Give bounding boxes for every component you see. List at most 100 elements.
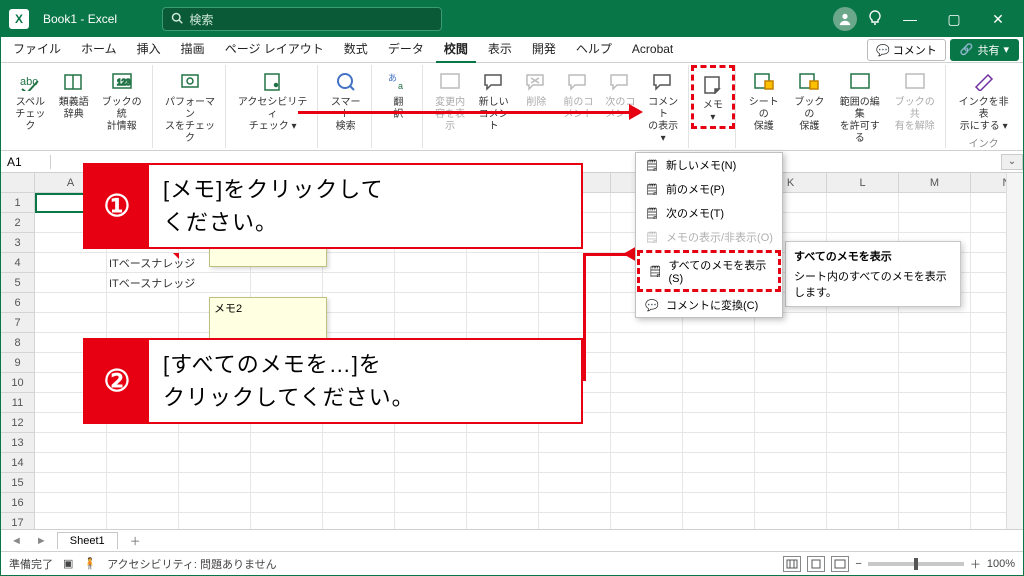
cell[interactable] <box>35 453 107 473</box>
lightbulb-icon[interactable] <box>867 9 883 30</box>
row-header[interactable]: 16 <box>1 493 35 513</box>
cell[interactable] <box>755 453 827 473</box>
cell[interactable] <box>395 513 467 529</box>
name-box[interactable]: A1 <box>1 155 51 169</box>
zoom-slider[interactable] <box>868 562 964 566</box>
tab-acrobat[interactable]: Acrobat <box>624 38 681 62</box>
cell[interactable] <box>35 313 107 333</box>
cell[interactable] <box>539 293 611 313</box>
cell[interactable] <box>251 493 323 513</box>
cell[interactable] <box>539 473 611 493</box>
record-macro-icon[interactable]: ▣ <box>63 557 73 570</box>
menu-next-note[interactable]: 🗒次のメモ(T) <box>636 201 782 225</box>
cell[interactable] <box>899 313 971 333</box>
cell[interactable] <box>827 433 899 453</box>
cell[interactable] <box>539 513 611 529</box>
cell[interactable] <box>827 333 899 353</box>
cell[interactable] <box>827 373 899 393</box>
comments-button[interactable]: 💬 コメント <box>867 39 946 61</box>
cell[interactable] <box>827 453 899 473</box>
cell[interactable] <box>827 193 899 213</box>
tab-data[interactable]: データ <box>380 36 432 63</box>
cell[interactable] <box>539 493 611 513</box>
cell[interactable] <box>683 433 755 453</box>
vertical-scrollbar[interactable] <box>1006 173 1023 529</box>
cell[interactable] <box>827 313 899 333</box>
cell[interactable] <box>827 213 899 233</box>
cell[interactable] <box>899 333 971 353</box>
cell[interactable] <box>323 433 395 453</box>
cell[interactable] <box>611 373 683 393</box>
cell[interactable] <box>35 433 107 453</box>
cell[interactable] <box>539 273 611 293</box>
search-box[interactable]: 検索 <box>162 7 442 31</box>
cell[interactable] <box>395 313 467 333</box>
cell[interactable] <box>899 453 971 473</box>
maximize-button[interactable]: ▢ <box>937 1 971 37</box>
cell[interactable] <box>683 413 755 433</box>
zoom-in-button[interactable]: ＋ <box>970 556 981 572</box>
cell[interactable] <box>323 313 395 333</box>
cell[interactable] <box>827 413 899 433</box>
cell[interactable] <box>683 473 755 493</box>
cell[interactable] <box>755 373 827 393</box>
menu-new-note[interactable]: 🗒新しいメモ(N) <box>636 153 782 177</box>
cell[interactable] <box>683 513 755 529</box>
cell[interactable] <box>611 413 683 433</box>
accessibility-status-icon[interactable]: 🧍 <box>83 557 97 570</box>
cell[interactable] <box>467 273 539 293</box>
tab-formulas[interactable]: 数式 <box>336 36 376 63</box>
cell[interactable] <box>179 273 251 293</box>
tab-insert[interactable]: 挿入 <box>129 36 169 63</box>
minimize-button[interactable]: — <box>893 1 927 37</box>
cell[interactable] <box>35 293 107 313</box>
cell[interactable] <box>467 313 539 333</box>
cell[interactable] <box>323 293 395 313</box>
allow-edit-ranges-button[interactable]: 範囲の編集 を許可する <box>833 65 886 147</box>
tab-developer[interactable]: 開発 <box>524 36 564 63</box>
cell[interactable] <box>35 473 107 493</box>
hide-ink-button[interactable]: インクを非表 示にする ▾ <box>952 65 1015 135</box>
cell[interactable] <box>755 473 827 493</box>
cell[interactable] <box>251 513 323 529</box>
tab-home[interactable]: ホーム <box>73 36 125 63</box>
normal-view-button[interactable] <box>783 556 801 572</box>
spellcheck-button[interactable]: abcスペル チェック <box>9 65 52 135</box>
row-header[interactable]: 12 <box>1 413 35 433</box>
menu-prev-note[interactable]: 🗒前のメモ(P) <box>636 177 782 201</box>
row-header[interactable]: 6 <box>1 293 35 313</box>
cell[interactable] <box>467 433 539 453</box>
tab-help[interactable]: ヘルプ <box>568 36 620 63</box>
cell[interactable] <box>107 433 179 453</box>
sheet-nav-next[interactable]: ► <box>32 535 51 547</box>
cell[interactable] <box>899 513 971 529</box>
cell[interactable] <box>683 333 755 353</box>
page-break-view-button[interactable] <box>831 556 849 572</box>
row-header[interactable]: 13 <box>1 433 35 453</box>
cell[interactable] <box>899 213 971 233</box>
cell[interactable] <box>395 293 467 313</box>
cell[interactable] <box>467 473 539 493</box>
select-all-corner[interactable] <box>1 173 35 193</box>
row-header[interactable]: 7 <box>1 313 35 333</box>
row-header[interactable]: 14 <box>1 453 35 473</box>
performance-button[interactable]: パフォーマン スをチェック <box>159 65 222 147</box>
cell[interactable] <box>755 333 827 353</box>
cell[interactable] <box>683 353 755 373</box>
zoom-percent[interactable]: 100% <box>987 558 1015 570</box>
sheet-tab-sheet1[interactable]: Sheet1 <box>57 532 118 549</box>
cell[interactable] <box>179 513 251 529</box>
cell[interactable] <box>323 253 395 273</box>
row-header[interactable]: 4 <box>1 253 35 273</box>
cell[interactable] <box>107 453 179 473</box>
cell[interactable]: ITベースナレッジ <box>107 253 179 273</box>
cell[interactable] <box>179 453 251 473</box>
smart-lookup-button[interactable]: スマート 検索 <box>324 65 367 135</box>
cell[interactable] <box>755 493 827 513</box>
menu-convert-to-comment[interactable]: 💬コメントに変換(C) <box>636 293 782 317</box>
cell[interactable] <box>179 473 251 493</box>
translate-button[interactable]: あa翻 訳 <box>378 65 418 123</box>
cell[interactable] <box>395 433 467 453</box>
account-icon[interactable] <box>833 7 857 31</box>
cell[interactable] <box>107 293 179 313</box>
